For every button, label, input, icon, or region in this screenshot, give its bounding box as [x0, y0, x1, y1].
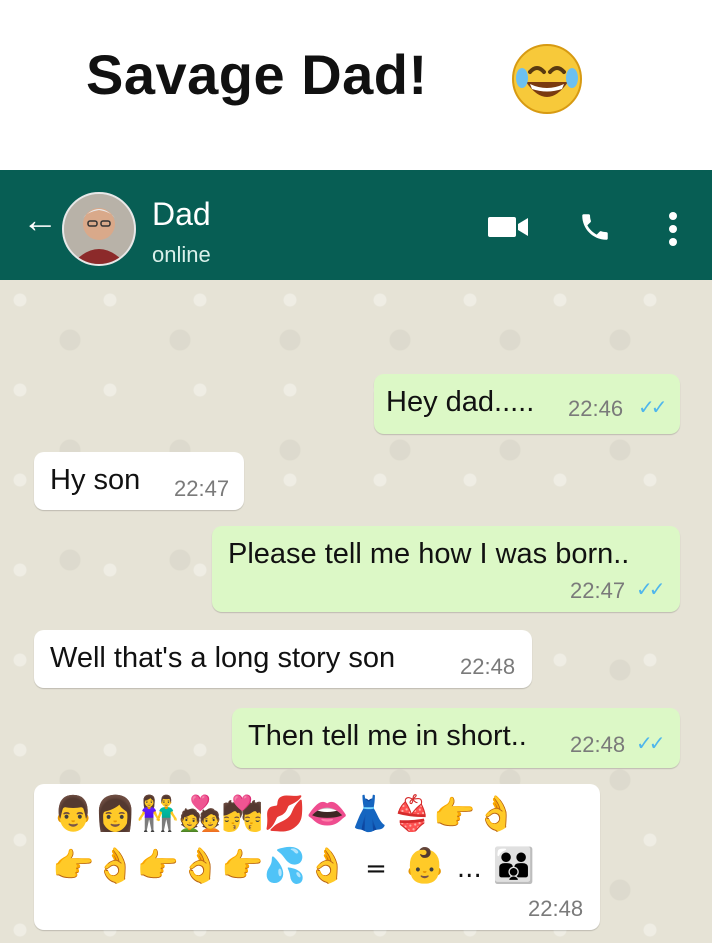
message-bubble-outgoing[interactable]: Please tell me how I was born.. 22:47 ✓✓: [212, 526, 680, 612]
laughing-face-emoji: [512, 44, 582, 114]
message-time: 22:48: [528, 896, 584, 921]
message-time: 22:48: [570, 732, 626, 757]
contact-name[interactable]: Dad: [152, 196, 211, 233]
read-receipt-icon: ✓✓: [638, 397, 667, 419]
chat-header: ← Dad online: [0, 170, 712, 280]
arrow-left-icon[interactable]: ←: [22, 202, 58, 238]
message-bubble-incoming[interactable]: Hy son 22:47: [34, 452, 244, 510]
message-text: Please tell me how I was born..: [228, 538, 630, 570]
chat-area[interactable]: Hey dad..... 22:46 ✓✓ Hy son 22:47 Pleas…: [0, 280, 712, 943]
contact-status: online: [152, 242, 211, 267]
emoji-sequence: 👉👌👉👌👉💦👌: [52, 846, 349, 886]
avatar-photo: [64, 194, 134, 264]
baby-emoji: 👶: [403, 846, 447, 886]
message-time: 22:47: [174, 476, 230, 501]
emoji-line-2: 👉👌👉👌👉💦👌 = 👶 ... 👪: [52, 846, 535, 889]
message-text: Hey dad.....: [386, 386, 535, 418]
phone-icon[interactable]: [578, 210, 612, 244]
message-text: Well that's a long story son: [50, 642, 396, 674]
message-text: Then tell me in short..: [248, 720, 527, 752]
message-bubble-outgoing[interactable]: Hey dad..... 22:46 ✓✓: [374, 374, 680, 434]
video-camera-icon[interactable]: [488, 214, 530, 240]
message-time: 22:47: [570, 578, 626, 603]
more-vertical-icon[interactable]: [666, 210, 680, 248]
message-text: Hy son: [50, 464, 141, 496]
family-emoji: 👪: [492, 846, 535, 886]
emoji-line-1: 👨👩👫💑💏💋👄👗👙👉👌: [52, 794, 518, 834]
ellipsis: ...: [456, 854, 482, 884]
avatar[interactable]: [62, 192, 136, 266]
read-receipt-icon: ✓✓: [636, 733, 665, 755]
message-bubble-incoming[interactable]: Well that's a long story son 22:48: [34, 630, 532, 688]
meme-title-banner: Savage Dad!: [0, 0, 712, 170]
message-time: 22:48: [460, 654, 516, 679]
message-bubble-outgoing[interactable]: Then tell me in short.. 22:48 ✓✓: [232, 708, 680, 768]
message-time: 22:46: [568, 396, 624, 421]
equals-sign: =: [365, 854, 387, 884]
message-bubble-incoming-emoji[interactable]: 👨👩👫💑💏💋👄👗👙👉👌 👉👌👉👌👉💦👌 = 👶 ... 👪 22:48: [34, 784, 600, 930]
meme-title: Savage Dad!: [86, 43, 428, 106]
read-receipt-icon: ✓✓: [636, 579, 665, 601]
